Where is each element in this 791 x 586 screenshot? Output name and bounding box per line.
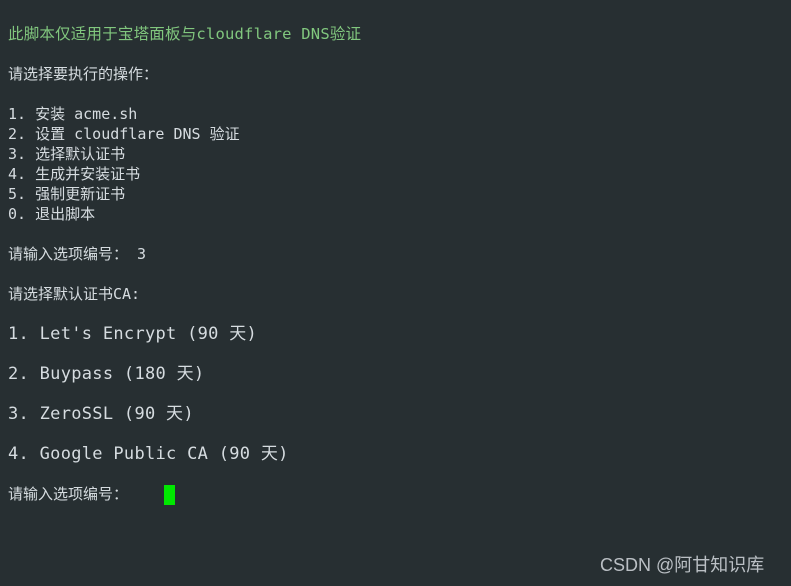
input-value-1: 3	[137, 245, 147, 263]
script-banner-text: 此脚本仅适用于宝塔面板与cloudflare DNS验证	[8, 25, 362, 43]
ca-option-4-label: Google Public CA (90 天)	[39, 444, 289, 464]
ca-option-4[interactable]: 4. Google Public CA (90 天)	[8, 443, 289, 465]
input-prompt-2-label: 请输入选项编号：	[8, 485, 129, 503]
menu-item-0-label: 退出脚本	[35, 205, 96, 223]
menu-item-0[interactable]: 0. 退出脚本	[8, 204, 95, 224]
ca-option-4-key: 4.	[8, 444, 30, 464]
input-prompt-1-label: 请输入选项编号：	[8, 245, 129, 263]
text-cursor	[164, 485, 175, 505]
ca-option-3[interactable]: 3. ZeroSSL (90 天)	[8, 403, 194, 425]
terminal-window[interactable]: 此脚本仅适用于宝塔面板与cloudflare DNS验证 请选择要执行的操作： …	[0, 0, 791, 586]
menu-item-3-key: 3.	[8, 145, 27, 163]
csdn-watermark: CSDN @阿甘知识库	[600, 555, 765, 575]
ca-option-1-key: 1.	[8, 324, 30, 344]
ca-option-2[interactable]: 2. Buypass (180 天)	[8, 363, 204, 385]
menu-item-5[interactable]: 5. 强制更新证书	[8, 184, 125, 204]
ca-option-2-label: Buypass (180 天)	[39, 364, 205, 384]
ca-prompt-text: 请选择默认证书CA:	[8, 285, 141, 303]
input-line-1: 请输入选项编号： 3	[8, 244, 146, 264]
ca-option-3-key: 3.	[8, 404, 30, 424]
menu-item-3-label: 选择默认证书	[35, 145, 126, 163]
input-line-2[interactable]: 请输入选项编号：	[8, 484, 128, 504]
menu-item-2-key: 2.	[8, 125, 27, 143]
menu-item-4-key: 4.	[8, 165, 27, 183]
menu-item-1[interactable]: 1. 安装 acme.sh	[8, 104, 137, 124]
menu-item-2-label: 设置 cloudflare DNS 验证	[35, 125, 240, 143]
menu-item-3[interactable]: 3. 选择默认证书	[8, 144, 125, 164]
ca-option-1[interactable]: 1. Let's Encrypt (90 天)	[8, 323, 257, 345]
menu-item-0-key: 0.	[8, 205, 27, 223]
menu-item-2[interactable]: 2. 设置 cloudflare DNS 验证	[8, 124, 240, 144]
menu-item-1-label: 安装 acme.sh	[35, 105, 138, 123]
menu-item-4-label: 生成并安装证书	[35, 165, 141, 183]
menu-item-4[interactable]: 4. 生成并安装证书	[8, 164, 140, 184]
menu-item-5-label: 强制更新证书	[35, 185, 126, 203]
operation-prompt-text: 请选择要执行的操作：	[8, 65, 159, 83]
ca-option-3-label: ZeroSSL (90 天)	[39, 404, 194, 424]
menu-item-1-key: 1.	[8, 105, 27, 123]
ca-option-2-key: 2.	[8, 364, 30, 384]
menu-item-5-key: 5.	[8, 185, 27, 203]
ca-option-1-label: Let's Encrypt (90 天)	[39, 324, 258, 344]
